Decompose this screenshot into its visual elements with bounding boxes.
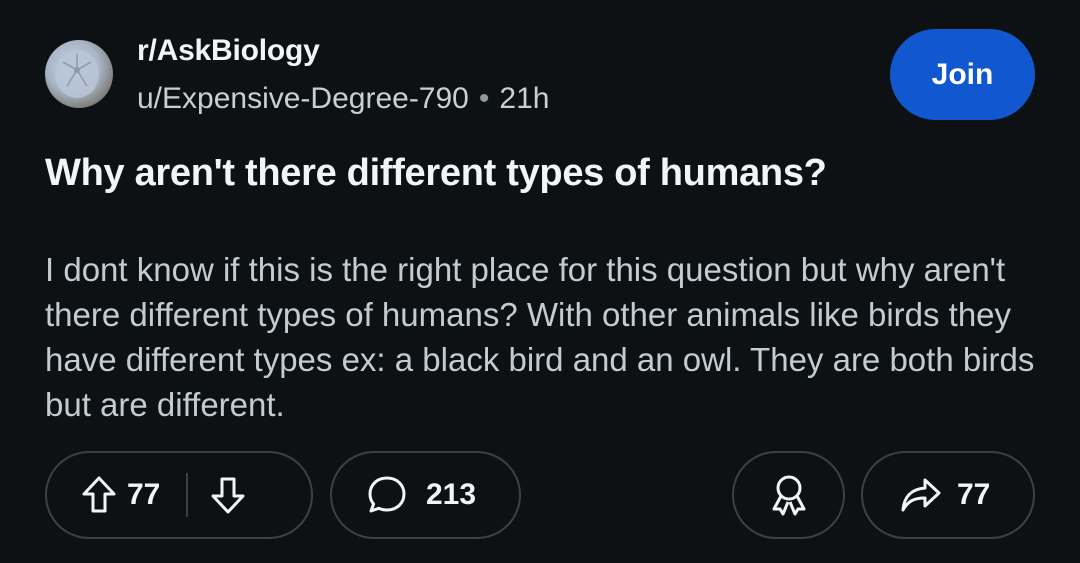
share-count: 77 <box>957 478 991 511</box>
downvote-arrow-icon[interactable] <box>210 475 246 515</box>
vote-bar: 77 <box>45 451 313 539</box>
post-title[interactable]: Why aren't there different types of huma… <box>45 152 1035 195</box>
award-ribbon-icon <box>768 473 810 517</box>
vote-divider <box>186 473 189 517</box>
join-button[interactable]: Join <box>890 29 1035 120</box>
author-name[interactable]: u/Expensive-Degree-790 <box>137 82 469 115</box>
comments-button[interactable]: 213 <box>330 451 521 539</box>
share-arrow-icon <box>899 475 943 515</box>
post-meta: u/Expensive-Degree-790 • 21h <box>137 82 549 116</box>
subreddit-name[interactable]: r/AskBiology <box>137 34 320 68</box>
award-button[interactable] <box>732 451 845 539</box>
post-body: I dont know if this is the right place f… <box>45 251 1035 423</box>
post-age: 21h <box>499 82 550 115</box>
upvote-arrow-icon[interactable] <box>81 475 117 515</box>
share-button[interactable]: 77 <box>861 451 1035 539</box>
subreddit-avatar[interactable] <box>45 40 113 108</box>
comment-count: 213 <box>426 478 477 511</box>
comment-bubble-icon <box>366 474 408 516</box>
upvote-count: 77 <box>127 478 161 511</box>
sand-dollar-icon <box>55 50 99 98</box>
meta-separator: • <box>478 82 490 115</box>
